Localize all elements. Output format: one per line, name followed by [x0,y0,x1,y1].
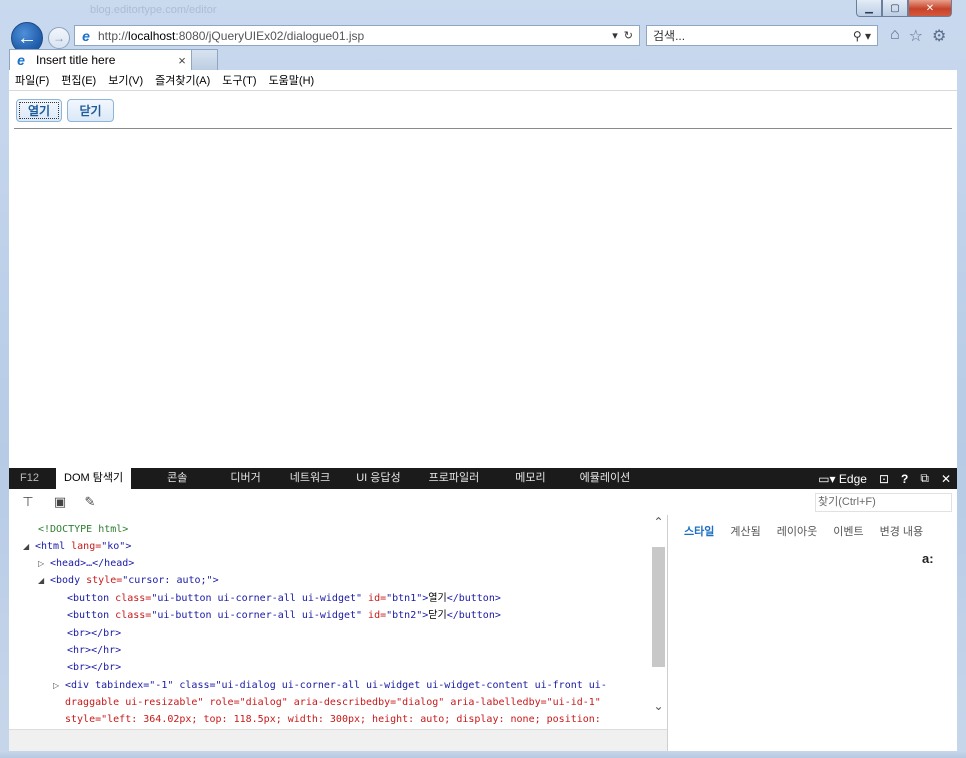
dom-node-hr[interactable]: <hr></hr> [67,642,121,659]
tab-title: Insert title here [36,53,116,67]
search-placeholder: 검색... [653,29,686,43]
favorites-star-icon[interactable]: ☆ [909,26,923,46]
dom-node-br[interactable]: <br></br> [67,625,121,642]
dom-node-head[interactable]: ▷ <head>…</head> [38,555,134,572]
dom-tree: <!DOCTYPE html> ◢ <html lang="ko"> ▷ <head… [9,515,650,729]
menu-file[interactable]: 파일(F) [15,72,49,88]
window-controls: ▁ ▢ ✕ [856,0,952,17]
help-icon[interactable]: ? [901,472,908,486]
tab-debugger[interactable]: 디버거 [230,468,260,489]
dom-node-dialog-div-cont1: draggable ui-resizable" role="dialog" ar… [65,697,601,708]
arrow-right-icon: → [53,31,65,45]
styles-pane: 스타일 계산됨 레이아웃 이벤트 변경 내용 a: [668,515,957,751]
styles-tabs: 스타일 계산됨 레이아웃 이벤트 변경 내용 [668,523,957,539]
select-element-icon[interactable]: ⊤ [20,494,36,510]
scroll-up-icon[interactable]: ⌃ [650,515,667,531]
dom-node-button1[interactable]: <button class="ui-button ui-corner-all u… [67,590,501,607]
open-dialog-button[interactable]: 열기 [16,99,62,122]
browser-tab[interactable]: e Insert title here × [9,49,192,70]
dom-node-body[interactable]: ◢ <body style="cursor: auto;"> [38,572,219,589]
dom-toolbar: ⊤ ▣ ✎ 찾기(Ctrl+F) [9,489,957,516]
close-dialog-button[interactable]: 닫기 [67,99,114,122]
dom-node-html[interactable]: ◢ <html lang="ko"> [23,538,131,555]
close-window-button[interactable]: ✕ [908,0,952,17]
tab-dom-explorer[interactable]: DOM 탐색기 [56,468,132,489]
search-icon[interactable]: ⚲ ▾ [853,29,871,43]
devtools-right-controls: ▭▾ Edge ⊡ ? ⧉ ✕ [818,468,951,489]
dom-node-dialog-div-cont2: style="left: 364.02px; top: 118.5px; wid… [65,714,601,725]
dom-node-dialog-div[interactable]: ▷ <div tabindex="-1" class="ui-dialog ui-… [53,677,607,694]
collapsed-triangle-icon[interactable]: ▷ [38,555,50,572]
expanded-triangle-icon[interactable]: ◢ [23,538,35,555]
tab-network[interactable]: 네트워크 [290,468,330,489]
devtools-tab-bar: F12 DOM 탐색기 콘솔 디버거 네트워크 UI 응답성 프로파일러 메모리… [9,468,957,489]
document-mode-dropdown[interactable]: ▭▾ Edge [818,472,867,486]
tab-layout[interactable]: 레이아웃 [777,523,817,539]
highlight-box-icon[interactable]: ▣ [52,494,68,510]
browser-right-icons: ⌂ ☆ ⚙ [890,26,946,46]
monitor-icon: ▭▾ [818,471,839,486]
tab-console[interactable]: 콘솔 [167,468,187,489]
window-titlebar: blog.editortype.com/editor ▁ ▢ ✕ [0,0,966,20]
collapsed-triangle-icon[interactable]: ▷ [53,677,65,694]
scroll-down-icon[interactable]: ⌄ [650,699,667,715]
browser-window: blog.editortype.com/editor ▁ ▢ ✕ ← → e h… [0,0,966,758]
menu-tools[interactable]: 도구(T) [222,72,256,88]
address-bar[interactable]: e http://localhost:8080/jQueryUIEx02/dia… [74,25,640,46]
breadcrumb-bar [9,729,667,752]
refresh-icon[interactable]: ↻ [624,29,633,42]
console-toggle-icon[interactable]: ⊡ [879,472,889,486]
devtools-f12-label: F12 [20,472,39,484]
menu-help[interactable]: 도움말(H) [269,72,315,88]
dom-node-button2[interactable]: <button class="ui-button ui-corner-all u… [67,607,501,624]
ie-tab-icon: e [17,52,25,68]
tab-emulation[interactable]: 에뮬레이션 [580,468,631,489]
menu-edit[interactable]: 편집(E) [61,72,96,88]
tab-computed[interactable]: 계산됨 [730,523,760,539]
tab-strip: e Insert title here × [0,48,966,70]
tab-ui-responsiveness[interactable]: UI 응답성 [356,468,400,489]
tab-styles[interactable]: 스타일 [684,523,714,539]
menu-favorites[interactable]: 즐겨찾기(A) [155,72,210,88]
ie-page-icon: e [82,27,90,44]
tab-changes[interactable]: 변경 내용 [880,523,924,539]
gear-icon[interactable]: ⚙ [932,26,946,46]
arrow-left-icon: ← [17,26,37,49]
home-icon[interactable]: ⌂ [890,26,900,46]
tab-events[interactable]: 이벤트 [833,523,863,539]
address-dropdown-icon[interactable]: ▾ [612,29,618,42]
address-tools: ▾ ↻ [612,29,633,42]
dom-scroll-thumb[interactable] [652,547,665,667]
tab-close-icon[interactable]: × [173,53,191,68]
horizontal-rule [14,128,952,129]
window-bottom-border [0,751,966,758]
url-text[interactable]: http://localhost:8080/jQueryUIEx02/dialo… [98,29,612,43]
tab-profiler[interactable]: 프로파일러 [429,468,480,489]
color-picker-icon[interactable]: ✎ [82,494,98,510]
forward-button[interactable]: → [48,27,70,49]
pseudo-class-toggle[interactable]: a: [922,551,934,566]
menu-bar: 파일(F) 편집(E) 보기(V) 즐겨찾기(A) 도구(T) 도움말(H) [9,70,957,91]
search-box[interactable]: 검색... ⚲ ▾ [646,25,878,46]
undock-icon[interactable]: ⧉ [920,471,929,486]
devtools-close-icon[interactable]: ✕ [941,472,951,486]
find-input[interactable]: 찾기(Ctrl+F) [815,493,952,512]
navigation-bar: ← → e http://localhost:8080/jQueryUIEx02… [0,20,966,54]
minimize-button[interactable]: ▁ [856,0,882,17]
page-content: 열기 닫기 [9,91,957,468]
new-tab-button[interactable] [192,49,218,70]
ghost-url: blog.editortype.com/editor [90,4,217,16]
expanded-triangle-icon[interactable]: ◢ [38,572,50,589]
dom-node-doctype[interactable]: <!DOCTYPE html> [38,521,128,538]
tab-memory[interactable]: 메모리 [515,468,545,489]
dom-node-br2[interactable]: <br></br> [67,659,121,676]
maximize-button[interactable]: ▢ [882,0,908,17]
menu-view[interactable]: 보기(V) [108,72,143,88]
